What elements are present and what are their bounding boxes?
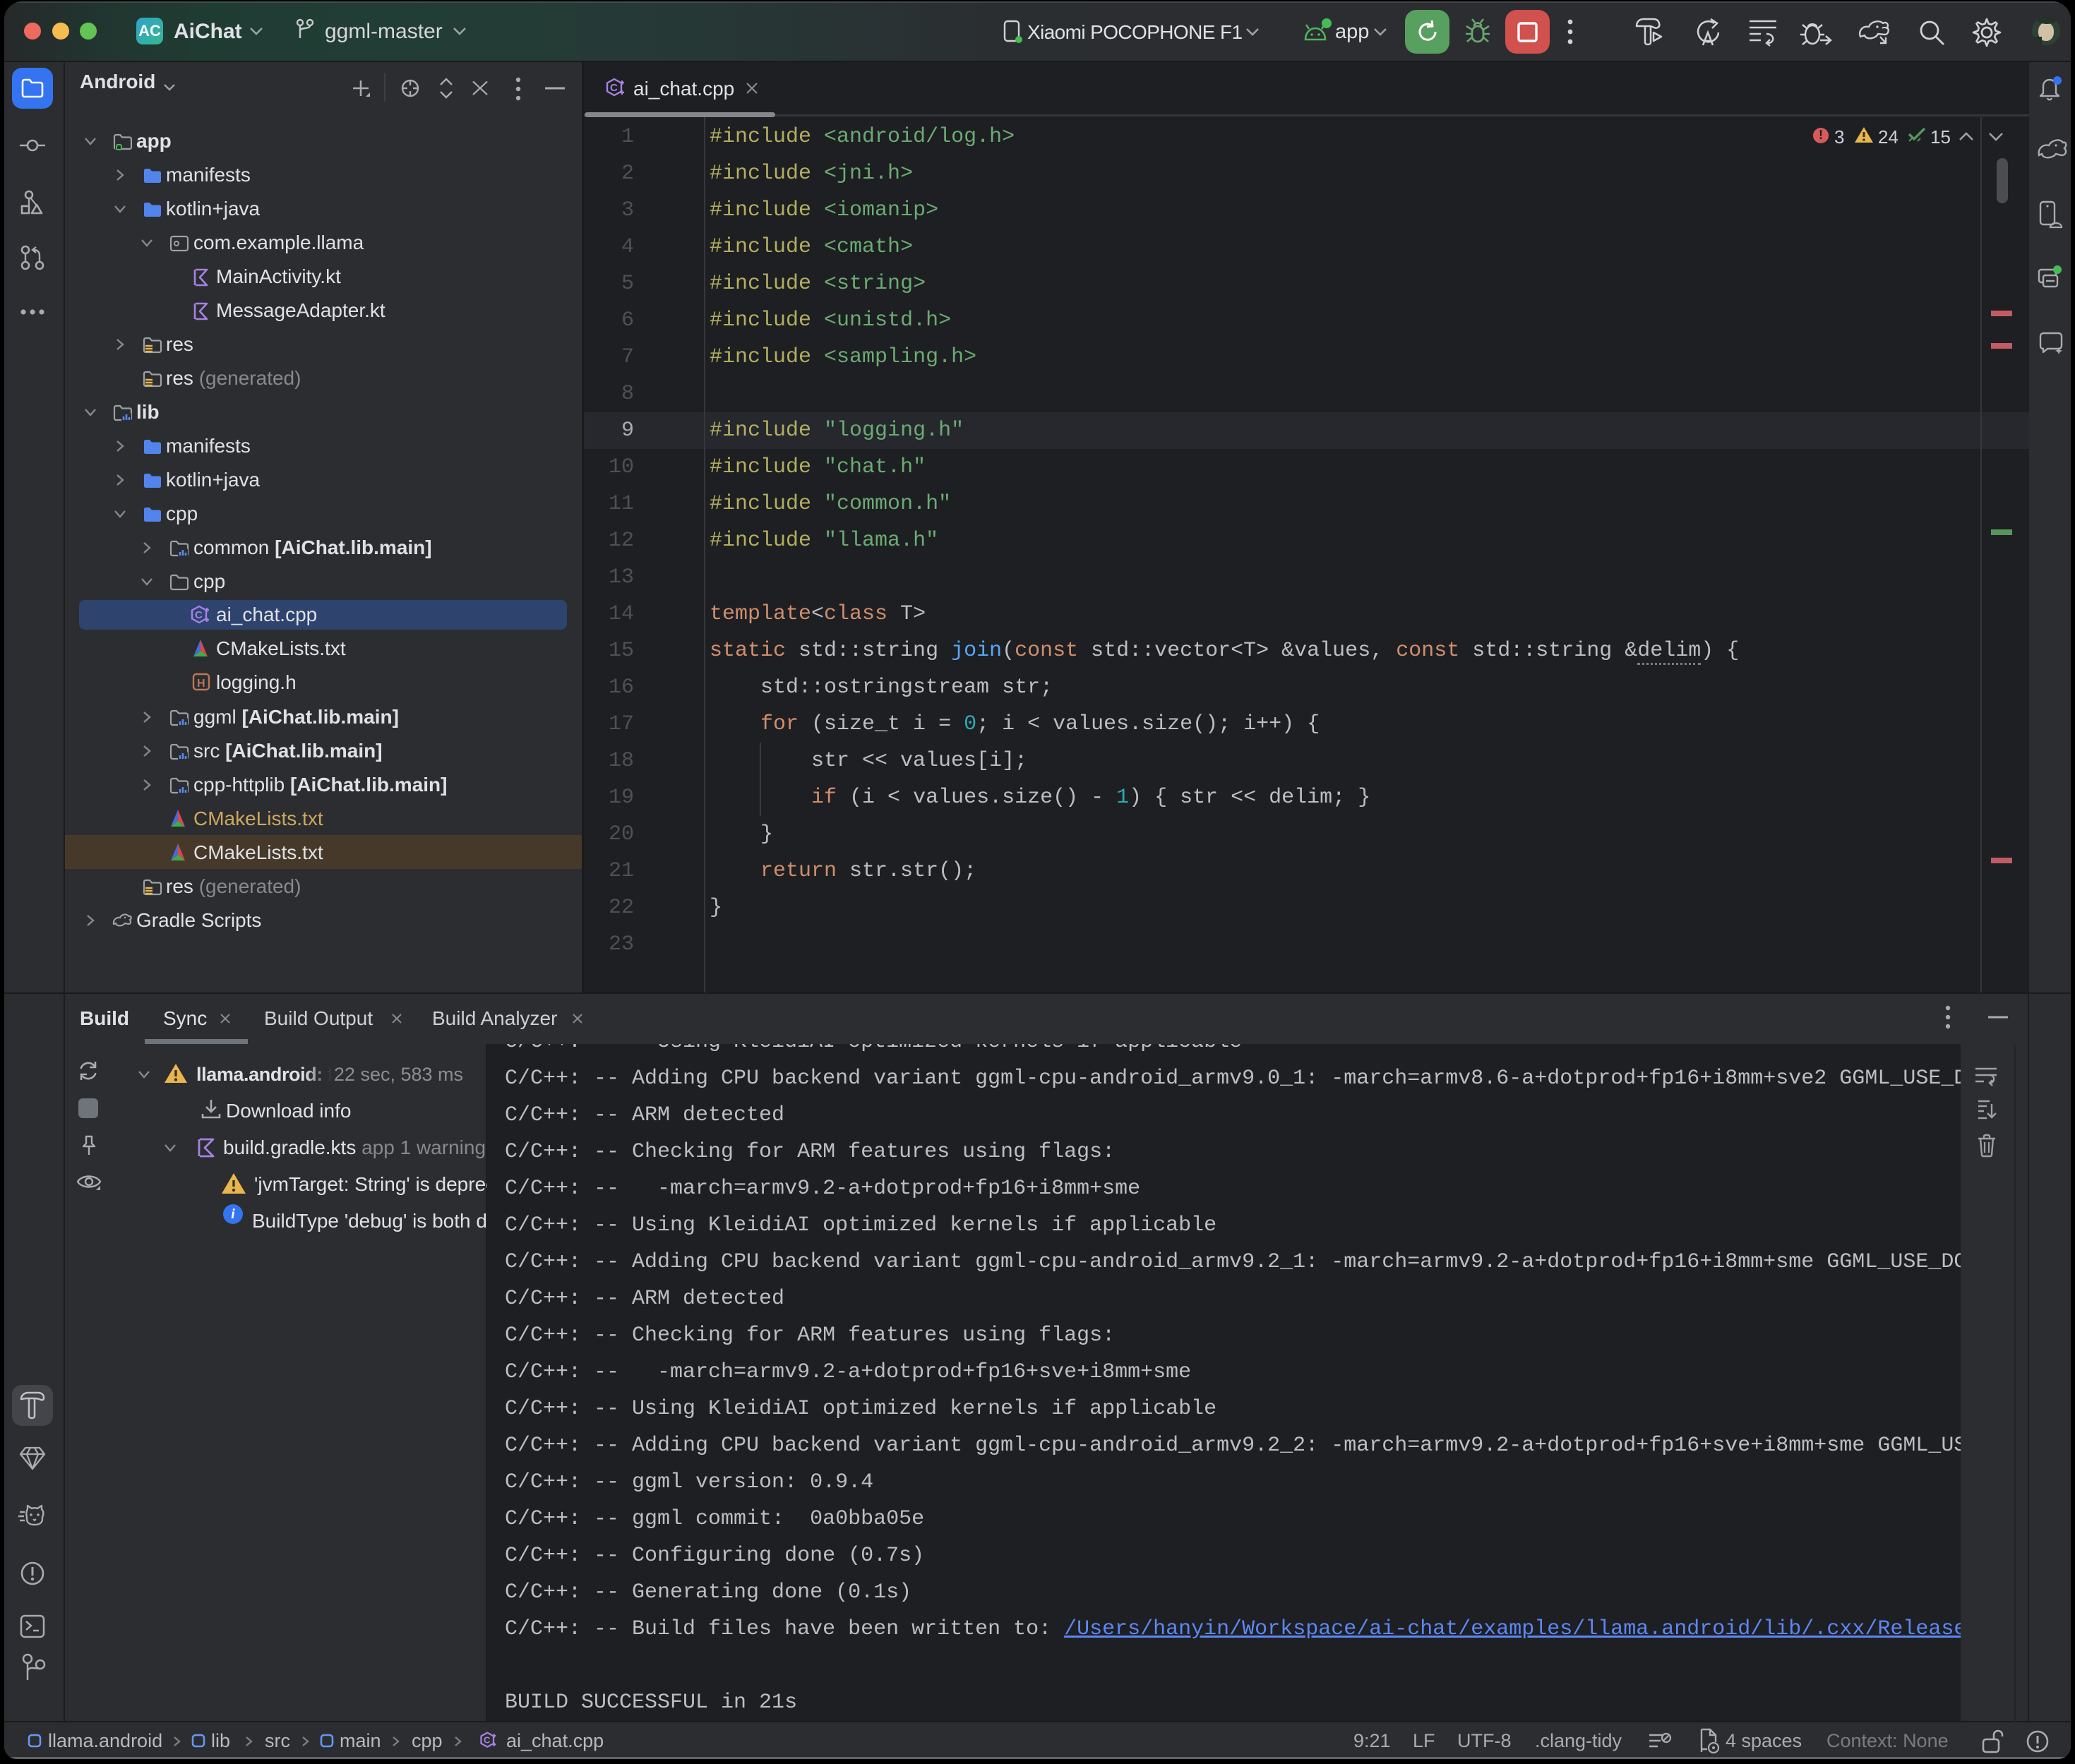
svg-text:C: C: [610, 82, 618, 94]
svg-text:H: H: [197, 678, 205, 690]
svg-text:C: C: [484, 1735, 491, 1746]
svg-text:C: C: [195, 609, 203, 621]
